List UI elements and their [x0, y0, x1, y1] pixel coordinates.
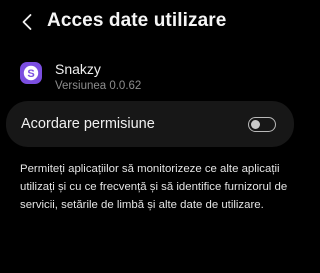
svg-text:S: S	[27, 68, 34, 80]
toggle-knob	[250, 119, 260, 129]
page-title: Acces date utilizare	[47, 10, 227, 31]
back-button[interactable]	[18, 10, 36, 34]
permission-description: Permiteți aplicațiilor să monitorizeze c…	[20, 163, 288, 211]
chevron-left-icon	[22, 14, 32, 30]
permission-toggle-row[interactable]: Acordare permisiune	[6, 101, 294, 147]
snakzy-app-icon: S	[20, 62, 42, 84]
header-bar: Acces date utilizare	[0, 0, 300, 44]
app-name: Snakzy	[55, 61, 101, 77]
permission-toggle[interactable]	[248, 117, 276, 132]
app-info: S Snakzy Versiunea 0.0.62	[20, 60, 141, 94]
permission-label: Acordare permisiune	[21, 116, 155, 132]
app-version: Versiunea 0.0.62	[55, 80, 142, 92]
